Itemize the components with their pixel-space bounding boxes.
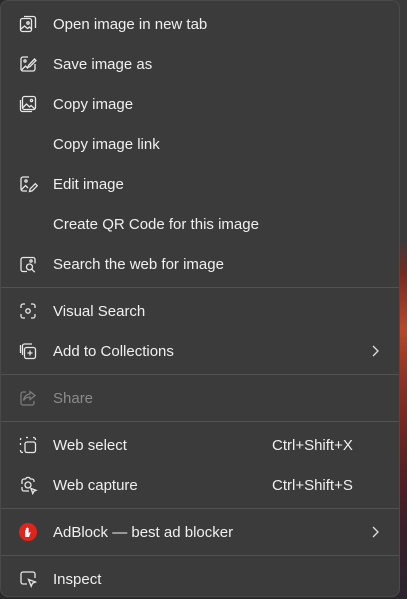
menu-item-web-select[interactable]: Web select Ctrl+Shift+X	[1, 425, 399, 465]
menu-item-edit-image[interactable]: Edit image	[1, 164, 399, 204]
menu-item-copy-image[interactable]: Copy image	[1, 84, 399, 124]
menu-item-label: Web capture	[53, 476, 138, 494]
menu-item-label: Visual Search	[53, 302, 146, 320]
menu-separator	[1, 287, 399, 288]
menu-separator	[1, 555, 399, 556]
menu-item-visual-search[interactable]: Visual Search	[1, 291, 399, 331]
web-capture-icon	[17, 474, 39, 496]
menu-item-save-image-as[interactable]: Save image as	[1, 44, 399, 84]
visual-search-icon	[17, 300, 39, 322]
save-image-icon	[17, 53, 39, 75]
menu-item-label: Search the web for image	[53, 255, 224, 273]
menu-item-copy-image-link[interactable]: Copy image link	[1, 124, 399, 164]
menu-item-label: Copy image link	[53, 135, 160, 153]
menu-separator	[1, 374, 399, 375]
menu-item-inspect[interactable]: Inspect	[1, 559, 399, 599]
menu-item-label: Edit image	[53, 175, 124, 193]
open-image-new-tab-icon	[17, 13, 39, 35]
menu-item-label: AdBlock — best ad blocker	[53, 523, 234, 541]
menu-item-label: Web select	[53, 436, 127, 454]
adblock-icon	[17, 521, 39, 543]
share-icon	[17, 387, 39, 409]
search-image-icon	[17, 253, 39, 275]
shortcut-label: Ctrl+Shift+S	[272, 476, 353, 494]
menu-item-label: Open image in new tab	[53, 15, 208, 33]
collections-icon	[17, 340, 39, 362]
menu-separator	[1, 508, 399, 509]
copy-image-icon	[17, 93, 39, 115]
menu-item-share: Share	[1, 378, 399, 418]
menu-item-add-to-collections[interactable]: Add to Collections	[1, 331, 399, 371]
chevron-right-icon	[372, 526, 379, 538]
menu-separator	[1, 421, 399, 422]
menu-item-web-capture[interactable]: Web capture Ctrl+Shift+S	[1, 465, 399, 505]
image-context-menu: Open image in new tab Save image as Copy…	[0, 0, 400, 597]
menu-item-open-image-new-tab[interactable]: Open image in new tab	[1, 4, 399, 44]
chevron-right-icon	[372, 345, 379, 357]
menu-item-adblock[interactable]: AdBlock — best ad blocker	[1, 512, 399, 552]
menu-item-label: Create QR Code for this image	[53, 215, 259, 233]
menu-item-label: Save image as	[53, 55, 153, 73]
menu-item-label: Add to Collections	[53, 342, 174, 360]
web-select-icon	[17, 434, 39, 456]
menu-item-label: Share	[53, 389, 94, 407]
inspect-icon	[17, 568, 39, 590]
shortcut-label: Ctrl+Shift+X	[272, 436, 353, 454]
menu-item-search-web-for-image[interactable]: Search the web for image	[1, 244, 399, 284]
menu-item-create-qr-code[interactable]: Create QR Code for this image	[1, 204, 399, 244]
menu-item-label: Copy image	[53, 95, 134, 113]
edit-image-icon	[17, 173, 39, 195]
menu-item-label: Inspect	[53, 570, 102, 588]
